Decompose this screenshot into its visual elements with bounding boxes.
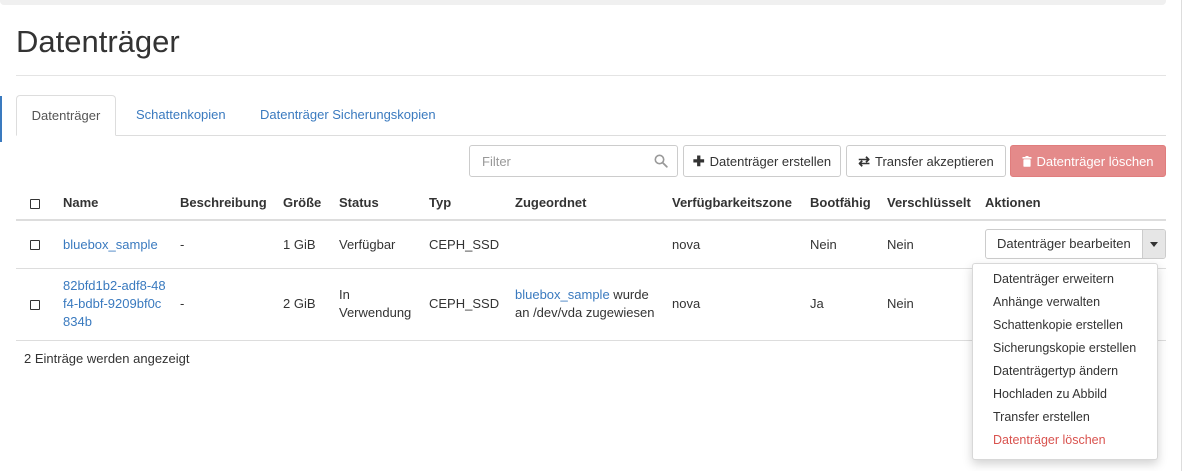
tab-volumes[interactable]: Datenträger	[16, 95, 116, 136]
menu-item-manage-attachments[interactable]: Anhänge verwalten	[973, 291, 1157, 314]
col-name[interactable]: Name	[55, 186, 172, 221]
delete-volumes-label: Datenträger löschen	[1036, 153, 1154, 169]
col-actions: Aktionen	[977, 186, 1166, 221]
volume-type: CEPH_SSD	[421, 220, 507, 269]
filter-input[interactable]	[470, 146, 640, 176]
volume-encrypted: Nein	[879, 268, 977, 341]
tab-bar: Datenträger Schattenkopien Datenträger S…	[16, 95, 1166, 136]
volume-bootable: Nein	[802, 220, 879, 269]
attached-instance-link[interactable]: bluebox_sample	[515, 287, 610, 302]
volume-attached	[507, 220, 664, 269]
search-icon[interactable]	[654, 154, 668, 168]
col-type[interactable]: Typ	[421, 186, 507, 221]
col-size[interactable]: Größe	[275, 186, 331, 221]
volume-status: In Verwendung	[331, 268, 421, 341]
menu-item-create-backup[interactable]: Sicherungskopie erstellen	[973, 337, 1157, 360]
page-title: Datenträger	[16, 24, 180, 59]
trash-icon	[1022, 155, 1032, 167]
exchange-icon: ⇄	[858, 152, 870, 169]
col-description[interactable]: Beschreibung	[172, 186, 275, 221]
select-all-cell	[16, 186, 55, 221]
create-volume-button[interactable]: ✚ Datenträger erstellen	[683, 145, 841, 177]
menu-item-upload-image[interactable]: Hochladen zu Abbild	[973, 383, 1157, 406]
attached-text: wurde	[609, 287, 649, 302]
tab-snapshots[interactable]: Schattenkopien	[136, 95, 226, 136]
plus-icon: ✚	[692, 152, 705, 169]
row-checkbox[interactable]	[30, 240, 40, 251]
create-volume-label: Datenträger erstellen	[709, 153, 832, 169]
menu-item-change-type[interactable]: Datenträgertyp ändern	[973, 360, 1157, 383]
volume-description: -	[172, 268, 275, 341]
row-checkbox[interactable]	[30, 299, 40, 310]
accept-transfer-label: Transfer akzeptieren	[874, 153, 994, 169]
menu-item-delete-volume[interactable]: Datenträger löschen	[973, 429, 1157, 452]
select-all-checkbox[interactable]	[30, 198, 40, 209]
volume-type: CEPH_SSD	[421, 268, 507, 341]
left-accent-bar	[0, 96, 2, 142]
table-header-row: Name Beschreibung Größe Status Typ Zugeo…	[16, 186, 1166, 221]
dropdown-toggle[interactable]	[1142, 230, 1165, 259]
table-row: bluebox_sample - 1 GiB Verfügbar CEPH_SS…	[16, 220, 1166, 269]
volume-name-link[interactable]: bluebox_sample	[63, 237, 158, 252]
volume-size: 1 GiB	[275, 220, 331, 269]
attached-device-text: an /dev/vda zugewiesen	[515, 305, 655, 320]
action-split-button: Datenträger bearbeiten	[985, 229, 1166, 260]
filter-box	[469, 145, 678, 177]
volume-attached: bluebox_sample wurde an /dev/vda zugewies…	[507, 268, 664, 341]
delete-volumes-button[interactable]: Datenträger löschen	[1010, 145, 1166, 177]
volume-description: -	[172, 220, 275, 269]
col-status[interactable]: Status	[331, 186, 421, 221]
actions-dropdown-menu: Datenträger erweitern Anhänge verwalten …	[972, 263, 1158, 460]
volume-actions: Datenträger bearbeiten	[977, 220, 1166, 269]
volume-bootable: Ja	[802, 268, 879, 341]
title-divider	[16, 75, 1166, 76]
accept-transfer-button[interactable]: ⇄ Transfer akzeptieren	[846, 145, 1006, 177]
item-count: 2 Einträge werden angezeigt	[24, 351, 190, 366]
edit-volume-button[interactable]: Datenträger bearbeiten	[986, 230, 1143, 259]
tab-backups[interactable]: Datenträger Sicherungskopien	[260, 95, 436, 136]
volume-zone: nova	[664, 268, 802, 341]
row-select-cell	[16, 220, 55, 269]
caret-down-icon	[1149, 241, 1158, 247]
volume-size: 2 GiB	[275, 268, 331, 341]
volume-name-link[interactable]: 82bfd1b2-adf8-48 f4-bdbf-9209bf0c 834b	[63, 278, 166, 329]
right-scroll-edge	[1181, 0, 1182, 471]
volume-zone: nova	[664, 220, 802, 269]
row-select-cell	[16, 268, 55, 341]
top-bar	[0, 0, 1166, 5]
volume-encrypted: Nein	[879, 220, 977, 269]
col-attached[interactable]: Zugeordnet	[507, 186, 664, 221]
volume-status: Verfügbar	[331, 220, 421, 269]
menu-item-create-transfer[interactable]: Transfer erstellen	[973, 406, 1157, 429]
menu-item-create-snapshot[interactable]: Schattenkopie erstellen	[973, 314, 1157, 337]
col-bootable[interactable]: Bootfähig	[802, 186, 879, 221]
col-encrypted[interactable]: Verschlüsselt	[879, 186, 977, 221]
col-zone[interactable]: Verfügbarkeitszone	[664, 186, 802, 221]
menu-item-extend[interactable]: Datenträger erweitern	[973, 268, 1157, 291]
